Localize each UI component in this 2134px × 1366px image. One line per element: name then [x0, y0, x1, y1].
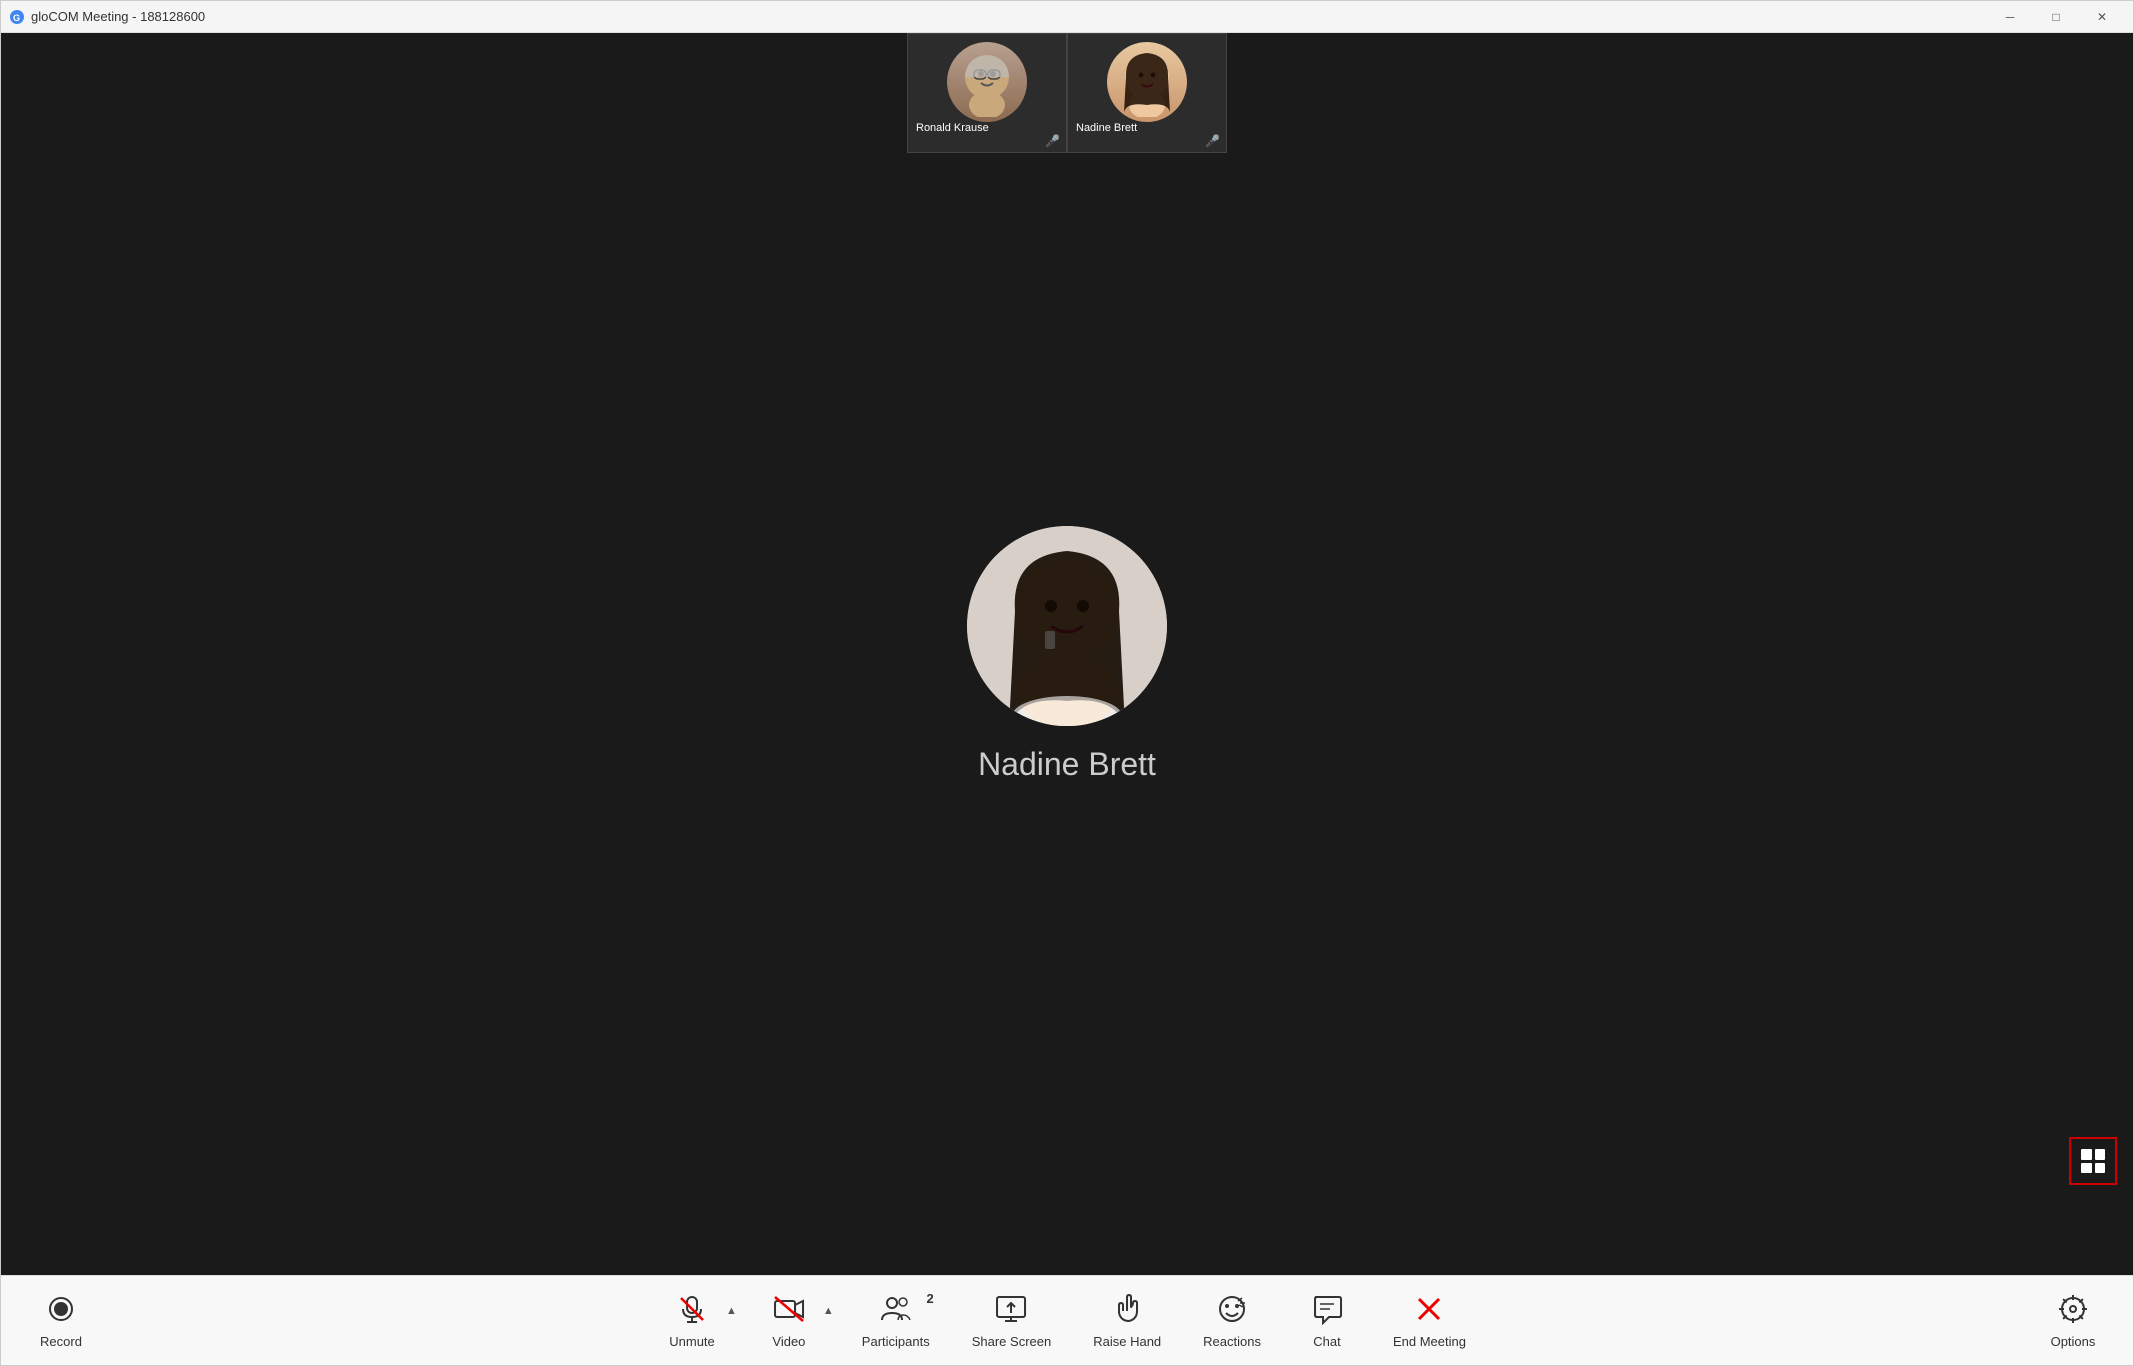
options-button[interactable]: Options	[2033, 1285, 2113, 1357]
titlebar-left: G gloCOM Meeting - 188128600	[9, 9, 205, 25]
main-window: G gloCOM Meeting - 188128600 ─ □ ✕	[0, 0, 2134, 1366]
minimize-button[interactable]: ─	[1987, 1, 2033, 33]
unmute-expand-arrow[interactable]: ▲	[724, 1305, 739, 1317]
video-button[interactable]: Video	[749, 1285, 829, 1357]
participants-badge: 2	[926, 1291, 933, 1306]
record-button[interactable]: Record	[21, 1285, 101, 1357]
raise-hand-button[interactable]: Raise Hand	[1077, 1285, 1177, 1357]
share-screen-icon	[995, 1293, 1027, 1330]
participants-label: Participants	[862, 1334, 930, 1349]
record-icon	[45, 1293, 77, 1330]
toolbar: Record	[1, 1275, 2133, 1365]
chat-icon	[1311, 1293, 1343, 1330]
meeting-area: Ronald Krause 🎤	[1, 33, 2133, 1275]
avatar-svg-ronald	[952, 47, 1022, 117]
avatar-ronald	[947, 42, 1027, 122]
grid-cell-2	[2095, 1149, 2106, 1160]
share-screen-svg	[995, 1293, 1027, 1325]
close-button[interactable]: ✕	[2079, 1, 2125, 33]
options-svg	[2057, 1293, 2089, 1325]
raise-hand-icon	[1111, 1293, 1143, 1330]
main-speaker-container: Nadine Brett	[967, 526, 1167, 783]
svg-text:G: G	[13, 13, 20, 23]
grid-cell-1	[2081, 1149, 2092, 1160]
thumbnail-nadine[interactable]: Nadine Brett 🎤	[1067, 33, 1227, 153]
mic-svg	[676, 1293, 708, 1325]
maximize-button[interactable]: □	[2033, 1, 2079, 33]
video-expand-arrow[interactable]: ▲	[821, 1305, 836, 1317]
unmute-button[interactable]: Unmute	[652, 1285, 732, 1357]
end-meeting-label: End Meeting	[1393, 1334, 1466, 1349]
window-title: gloCOM Meeting - 188128600	[31, 9, 205, 24]
thumbnail-ronald[interactable]: Ronald Krause 🎤	[907, 33, 1067, 153]
participants-icon	[880, 1293, 912, 1330]
gallery-view-button[interactable]	[2069, 1137, 2117, 1185]
app-icon: G	[9, 9, 25, 25]
thumbnail-strip: Ronald Krause 🎤	[907, 33, 1227, 153]
record-svg	[45, 1293, 77, 1325]
participants-button[interactable]: 2 Participants	[846, 1285, 946, 1357]
raise-hand-label: Raise Hand	[1093, 1334, 1161, 1349]
gallery-grid-icon	[2081, 1149, 2105, 1173]
reactions-svg	[1216, 1293, 1248, 1325]
share-screen-label: Share Screen	[972, 1334, 1052, 1349]
chat-button[interactable]: Chat	[1287, 1285, 1367, 1357]
toolbar-right: Options	[2033, 1285, 2113, 1357]
main-avatar-svg	[967, 526, 1167, 726]
toolbar-center: Unmute ▲ Video ▲	[652, 1285, 1482, 1357]
main-video-area: Nadine Brett	[1, 33, 2133, 1275]
main-avatar	[967, 526, 1167, 726]
avatar-svg-nadine-thumb	[1112, 47, 1182, 117]
unmute-label: Unmute	[669, 1334, 715, 1349]
end-meeting-icon	[1413, 1293, 1445, 1330]
thumbnail-name-nadine: Nadine Brett	[1072, 120, 1141, 136]
reactions-button[interactable]: Reactions	[1187, 1285, 1277, 1357]
chat-label: Chat	[1313, 1334, 1340, 1349]
unmute-wrapper: Unmute ▲	[652, 1285, 739, 1357]
video-svg	[773, 1293, 805, 1325]
main-user-name: Nadine Brett	[978, 746, 1156, 783]
raise-hand-svg	[1111, 1293, 1143, 1325]
end-meeting-button[interactable]: End Meeting	[1377, 1285, 1482, 1357]
titlebar-controls: ─ □ ✕	[1987, 1, 2125, 33]
unmute-icon	[676, 1293, 708, 1330]
chat-svg	[1311, 1293, 1343, 1325]
video-wrapper: Video ▲	[749, 1285, 836, 1357]
record-label: Record	[40, 1334, 82, 1349]
reactions-label: Reactions	[1203, 1334, 1261, 1349]
thumbnail-mic-ronald: 🎤	[1045, 134, 1060, 148]
avatar-nadine-thumb	[1107, 42, 1187, 122]
video-icon	[773, 1293, 805, 1330]
video-label: Video	[772, 1334, 805, 1349]
titlebar: G gloCOM Meeting - 188128600 ─ □ ✕	[1, 1, 2133, 33]
options-label: Options	[2051, 1334, 2096, 1349]
share-screen-button[interactable]: Share Screen	[956, 1285, 1068, 1357]
options-icon	[2057, 1293, 2089, 1330]
thumbnail-name-ronald: Ronald Krause	[912, 120, 993, 136]
grid-cell-4	[2095, 1163, 2106, 1174]
grid-cell-3	[2081, 1163, 2092, 1174]
toolbar-left: Record	[21, 1285, 101, 1357]
end-meeting-svg	[1413, 1293, 1445, 1325]
participants-wrapper: 2 Participants	[846, 1285, 946, 1357]
participants-svg	[880, 1293, 912, 1325]
thumbnail-mic-nadine: 🎤	[1205, 134, 1220, 148]
reactions-icon	[1216, 1293, 1248, 1330]
